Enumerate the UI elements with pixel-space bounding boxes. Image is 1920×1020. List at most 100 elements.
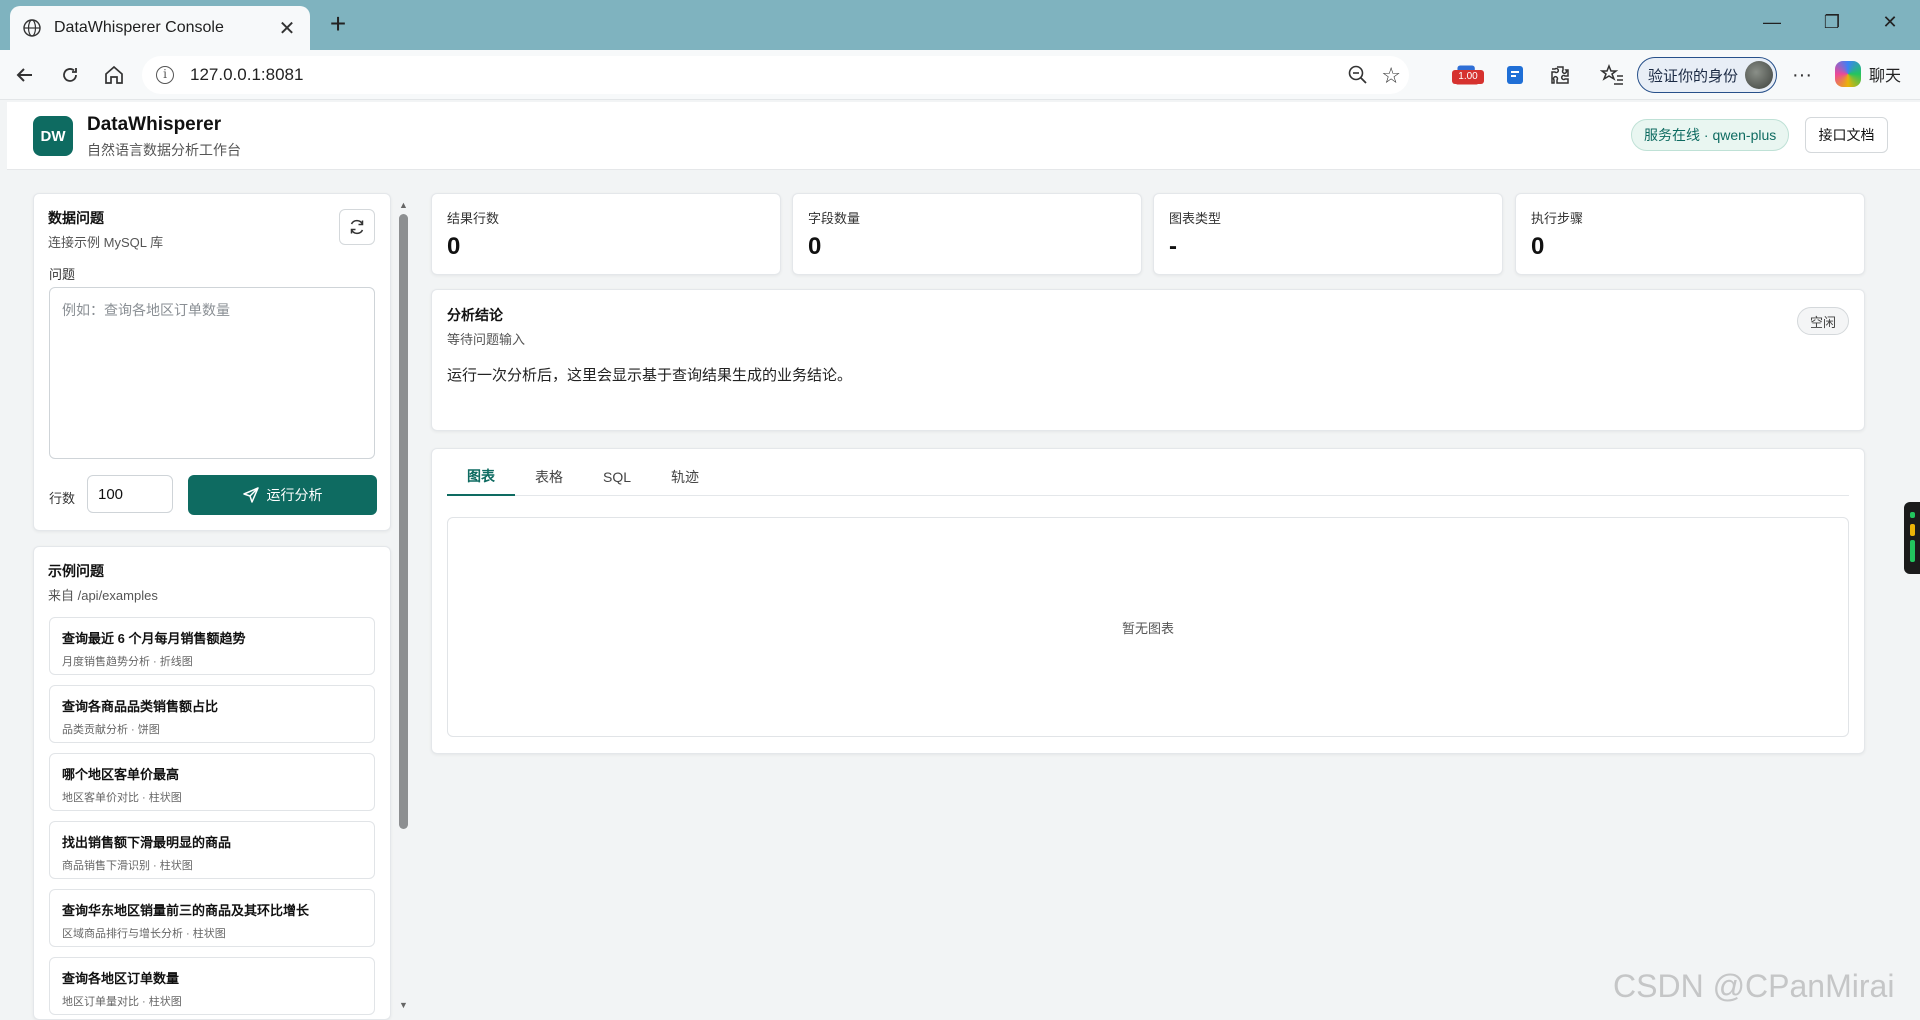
extension-badge-label: 1.00 <box>1452 70 1484 84</box>
metric-card-field-count: 字段数量 0 <box>792 193 1142 275</box>
rows-label: 行数 <box>49 491 76 506</box>
browser-tab-strip: DataWhisperer Console ✕ + — ❐ ✕ <box>0 0 1920 50</box>
chart-empty-area: 暂无图表 <box>447 517 1849 737</box>
side-widget-indicator <box>1910 540 1915 562</box>
tab-table[interactable]: 表格 <box>515 457 583 496</box>
metric-value: 0 <box>447 233 461 260</box>
metric-card-chart-type: 图表类型 - <box>1153 193 1503 275</box>
side-widget-indicator <box>1910 524 1915 536</box>
address-bar[interactable]: i 127.0.0.1:8081 ☆ <box>142 56 1409 94</box>
browser-tab[interactable]: DataWhisperer Console ✕ <box>10 6 310 50</box>
new-tab-button[interactable]: + <box>323 10 353 40</box>
examples-card-subtitle: 来自 /api/examples <box>48 588 158 603</box>
example-item[interactable]: 哪个地区客单价最高 地区客单价对比 · 柱状图 <box>49 753 375 811</box>
side-widget-indicator <box>1910 512 1915 518</box>
browser-toolbar: i 127.0.0.1:8081 ☆ 验证你的身份 ··· 聊天 <box>0 50 1920 100</box>
metric-label: 字段数量 <box>808 211 861 226</box>
service-status-badge: 服务在线 · qwen-plus <box>1631 119 1790 151</box>
tab-sql[interactable]: SQL <box>583 457 651 496</box>
close-tab-icon[interactable]: ✕ <box>276 16 298 41</box>
api-docs-button[interactable]: 接口文档 <box>1805 117 1888 153</box>
sidebar-scrollbar[interactable]: ▲ ▼ <box>396 200 410 1010</box>
metric-card-result-rows: 结果行数 0 <box>431 193 781 275</box>
example-title: 哪个地区客单价最高 <box>62 767 180 782</box>
example-title: 查询各商品品类销售额占比 <box>62 699 219 714</box>
analysis-body: 运行一次分析后，这里会显示基于查询结果生成的业务结论。 <box>447 367 853 384</box>
app-title: DataWhisperer <box>87 114 222 135</box>
copilot-icon <box>1835 61 1861 87</box>
more-menu-icon[interactable]: ··· <box>1789 62 1815 88</box>
copilot-chat-button[interactable]: 聊天 <box>1835 61 1901 87</box>
metric-value: - <box>1169 233 1177 260</box>
example-item[interactable]: 查询最近 6 个月每月销售额趋势 月度销售趋势分析 · 折线图 <box>49 617 375 675</box>
profile-avatar <box>1745 61 1773 89</box>
close-window-button[interactable]: ✕ <box>1878 12 1902 36</box>
scroll-down-icon[interactable]: ▼ <box>399 1000 408 1010</box>
extensions-puzzle-icon[interactable] <box>1547 62 1573 88</box>
extension-badge: 1.00 <box>1452 64 1484 86</box>
example-item[interactable]: 找出销售额下滑最明显的商品 商品销售下滑识别 · 柱状图 <box>49 821 375 879</box>
analysis-subtitle: 等待问题输入 <box>447 332 526 347</box>
question-card: 数据问题 连接示例 MySQL 库 问题 例如：查询各地区订单数量 行数 100… <box>33 193 391 531</box>
example-subtitle: 区域商品排行与增长分析 · 柱状图 <box>62 928 226 940</box>
app-header: DW DataWhisperer 自然语言数据分析工作台 服务在线 · qwen… <box>7 102 1920 170</box>
side-widget-handle[interactable] <box>1904 502 1920 574</box>
example-subtitle: 地区订单量对比 · 柱状图 <box>62 996 182 1008</box>
question-card-title: 数据问题 <box>48 210 104 226</box>
example-subtitle: 品类贡献分析 · 饼图 <box>62 724 160 736</box>
refresh-icon <box>350 219 364 235</box>
globe-icon <box>23 19 41 37</box>
home-icon[interactable] <box>101 62 127 88</box>
example-subtitle: 地区客单价对比 · 柱状图 <box>62 792 182 804</box>
favorite-star-icon[interactable]: ☆ <box>1381 63 1401 89</box>
examples-card: 示例问题 来自 /api/examples 查询最近 6 个月每月销售额趋势 月… <box>33 546 391 1020</box>
run-analysis-label: 运行分析 <box>266 487 323 503</box>
extension-bookmark-icon[interactable] <box>1502 62 1528 88</box>
question-label: 问题 <box>49 267 76 282</box>
tab-trace[interactable]: 轨迹 <box>651 457 719 496</box>
tab-chart[interactable]: 图表 <box>447 457 515 496</box>
metric-label: 结果行数 <box>447 211 500 226</box>
browser-tab-title: DataWhisperer Console <box>54 19 224 36</box>
metric-value: 0 <box>808 233 822 260</box>
example-title: 查询各地区订单数量 <box>62 971 180 986</box>
metric-card-exec-steps: 执行步骤 0 <box>1515 193 1865 275</box>
example-subtitle: 商品销售下滑识别 · 柱状图 <box>62 860 193 872</box>
question-textarea[interactable]: 例如：查询各地区订单数量 <box>49 287 375 459</box>
metric-value: 0 <box>1531 233 1545 260</box>
run-analysis-button[interactable]: 运行分析 <box>188 475 377 515</box>
watermark-text: CSDN @CPanMirai <box>1613 968 1895 1004</box>
example-subtitle: 月度销售趋势分析 · 折线图 <box>62 656 193 668</box>
restore-window-button[interactable]: ❐ <box>1820 12 1844 36</box>
metric-label: 图表类型 <box>1169 211 1222 226</box>
site-info-icon[interactable]: i <box>156 66 174 84</box>
send-icon <box>242 487 259 503</box>
example-title: 查询最近 6 个月每月销售额趋势 <box>62 631 246 646</box>
minimize-window-button[interactable]: — <box>1760 12 1784 36</box>
scrollbar-thumb[interactable] <box>399 214 408 829</box>
verify-identity-label: 验证你的身份 <box>1648 67 1739 85</box>
favorites-list-icon[interactable] <box>1599 62 1625 88</box>
app-root: DW DataWhisperer 自然语言数据分析工作台 服务在线 · qwen… <box>7 102 1920 1020</box>
example-item[interactable]: 查询各地区订单数量 地区订单量对比 · 柱状图 <box>49 957 375 1015</box>
analysis-title: 分析结论 <box>447 307 503 323</box>
examples-card-title: 示例问题 <box>48 563 104 579</box>
zoom-out-icon[interactable] <box>1347 64 1369 86</box>
analysis-status-badge: 空闲 <box>1796 307 1849 335</box>
example-item[interactable]: 查询各商品品类销售额占比 品类贡献分析 · 饼图 <box>49 685 375 743</box>
result-panel: 图表 表格 SQL 轨迹 暂无图表 <box>431 448 1865 754</box>
rows-input[interactable]: 100 <box>87 475 173 513</box>
back-arrow-icon[interactable] <box>12 62 38 88</box>
app-subtitle: 自然语言数据分析工作台 <box>87 142 241 158</box>
chart-empty-text: 暂无图表 <box>1121 620 1174 636</box>
example-item[interactable]: 查询华东地区销量前三的商品及其环比增长 区域商品排行与增长分析 · 柱状图 <box>49 889 375 947</box>
example-title: 查询华东地区销量前三的商品及其环比增长 <box>62 903 310 918</box>
result-tabs: 图表 表格 SQL 轨迹 <box>447 457 1849 496</box>
refresh-button[interactable] <box>339 209 375 245</box>
verify-identity-button[interactable]: 验证你的身份 <box>1637 57 1777 93</box>
scroll-up-icon[interactable]: ▲ <box>399 200 408 210</box>
analysis-card: 分析结论 等待问题输入 空闲 运行一次分析后，这里会显示基于查询结果生成的业务结… <box>431 289 1865 431</box>
reload-icon[interactable] <box>57 62 83 88</box>
example-title: 找出销售额下滑最明显的商品 <box>62 835 232 850</box>
address-url: 127.0.0.1:8081 <box>190 65 304 84</box>
